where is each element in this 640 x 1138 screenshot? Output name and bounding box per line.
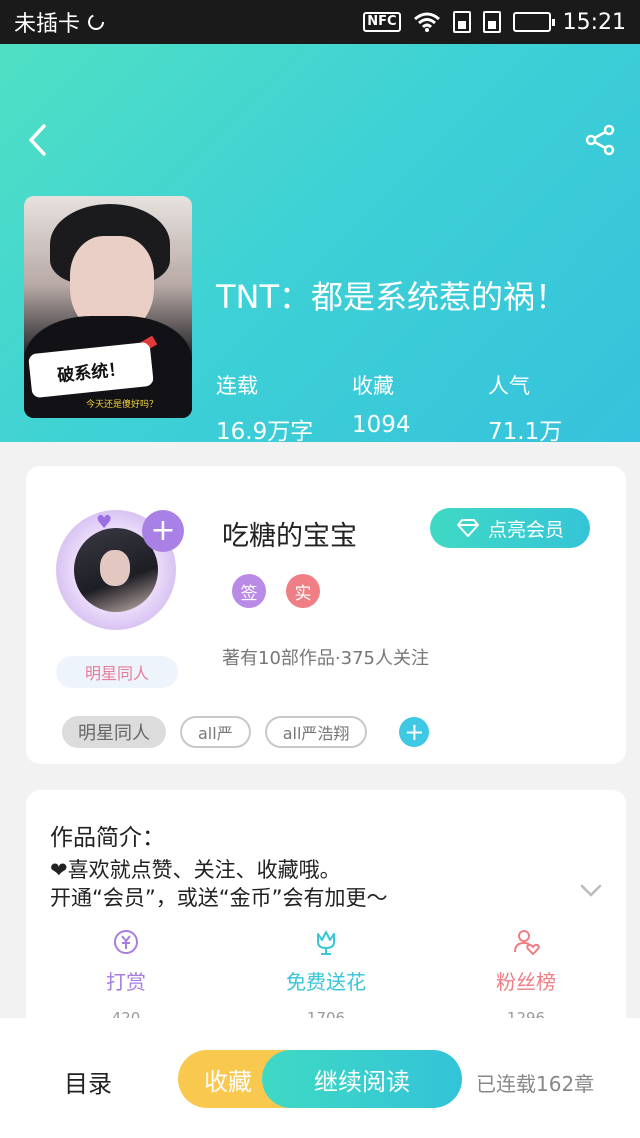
- cover-caption: 今天还是傻好吗？: [86, 400, 159, 410]
- chevron-down-icon[interactable]: [580, 884, 602, 898]
- data-saver-icon: [88, 14, 105, 30]
- vip-label: 点亮会员: [487, 518, 564, 541]
- stat-favorites: 收藏 1094: [352, 370, 488, 446]
- back-button[interactable]: [22, 120, 52, 160]
- carrier: 未插卡: [14, 6, 106, 38]
- status-icons: NFC 15:21: [363, 10, 626, 35]
- stat-label: 连载: [216, 374, 258, 398]
- stat-value: 16.9万字: [216, 419, 314, 445]
- heart-icon: ♥: [96, 512, 113, 533]
- action-label: 打赏: [106, 970, 146, 994]
- verified-badge: 实: [286, 574, 320, 608]
- toc-button[interactable]: 目录: [64, 1064, 112, 1099]
- share-button[interactable]: [582, 122, 618, 158]
- battery-icon: [512, 12, 555, 32]
- tag-item[interactable]: all严: [180, 716, 251, 748]
- stat-value: 1094: [352, 412, 411, 438]
- vip-button[interactable]: 点亮会员: [430, 508, 590, 548]
- author-name[interactable]: 吃糖的宝宝: [222, 514, 357, 553]
- carrier-label: 未插卡: [14, 12, 81, 37]
- wifi-icon: [413, 12, 440, 32]
- stat-label: 人气: [488, 374, 530, 398]
- stat-value: 71.1万: [488, 419, 563, 445]
- tag-list: 明星同人 all严 all严浩翔 +: [62, 716, 430, 748]
- intro-body: ❤喜欢就点赞、关注、收藏哦。 开通“会员”，或送“金币”会有加更～: [50, 856, 388, 912]
- stat-popularity: 人气 71.1万: [488, 370, 624, 446]
- follow-button[interactable]: +: [142, 510, 184, 552]
- author-stats: 著有10部作品·375人关注: [222, 648, 429, 669]
- action-label: 免费送花: [286, 970, 366, 994]
- signed-badge: 签: [232, 574, 266, 608]
- sim-2-icon: [482, 11, 501, 33]
- author-card: ♥ + 明星同人 吃糖的宝宝 点亮会员 签 实 著有10部作品·375人关注 明…: [26, 466, 626, 764]
- clock: 15:21: [562, 9, 626, 35]
- book-header: 破系统！ 今天还是傻好吗？ TNT：都是系统惹的祸！ 连载 16.9万字 收藏 …: [0, 44, 640, 445]
- intro-title: 作品简介：: [50, 825, 165, 851]
- status-bar: 未插卡 NFC 15:21: [0, 0, 640, 44]
- intro-line: ❤喜欢就点赞、关注、收藏哦。: [50, 858, 341, 882]
- send-flower-button[interactable]: 免费送花 1706: [226, 928, 426, 1027]
- fan-ranking-button[interactable]: 粉丝榜 1296: [426, 928, 626, 1027]
- stat-label: 收藏: [352, 374, 394, 398]
- tip-button[interactable]: 打赏 420: [26, 928, 226, 1027]
- chevron-left-icon: [29, 124, 46, 156]
- intro-line: 开通“会员”，或送“金币”会有加更～: [50, 886, 388, 910]
- share-icon: [585, 124, 615, 156]
- bottom-bar: 目录 收藏 继续阅读 已连载162章: [0, 1018, 640, 1138]
- action-row: 打赏 420 免费送花 1706 粉丝榜 1296: [26, 928, 626, 1027]
- coin-icon: [114, 930, 138, 954]
- tag-item[interactable]: 明星同人: [62, 716, 166, 748]
- fan-icon: [514, 930, 540, 956]
- book-title: TNT：都是系统惹的祸！: [216, 278, 568, 316]
- book-cover[interactable]: 破系统！ 今天还是傻好吗？: [24, 196, 192, 418]
- flower-icon: [317, 931, 335, 955]
- chapter-count: 已连载162章: [476, 1072, 595, 1096]
- diamond-icon: [456, 519, 479, 537]
- avatar-tag: 明星同人: [56, 656, 178, 688]
- book-stats: 连载 16.9万字 收藏 1094 人气 71.1万: [216, 370, 624, 446]
- action-label: 粉丝榜: [496, 970, 556, 994]
- stat-serial: 连载 16.9万字: [216, 370, 352, 446]
- continue-reading-button[interactable]: 继续阅读: [262, 1050, 462, 1108]
- nfc-icon: NFC: [363, 12, 401, 32]
- add-tag-button[interactable]: +: [399, 717, 430, 747]
- tag-item[interactable]: all严浩翔: [264, 716, 368, 748]
- sim-1-icon: [452, 11, 471, 33]
